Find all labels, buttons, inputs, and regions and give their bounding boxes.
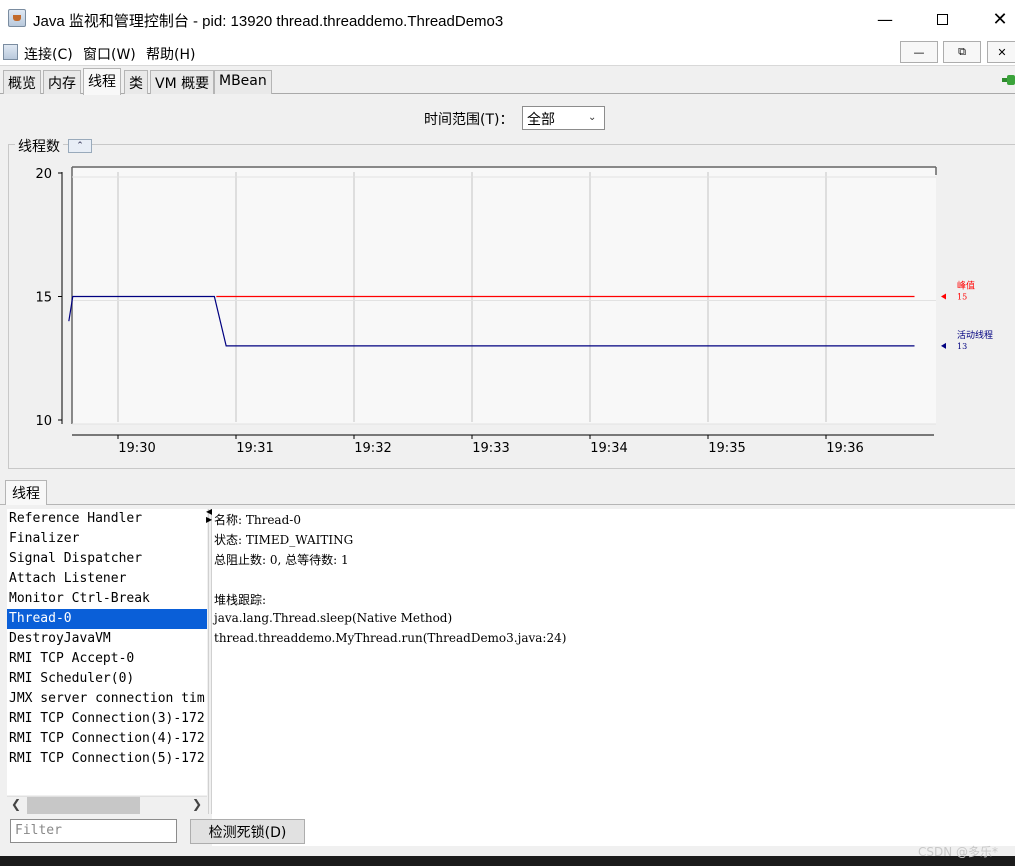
thread-list-item[interactable]: Monitor Ctrl-Break [7, 589, 207, 609]
tab-thread-details[interactable]: 线程 [5, 480, 47, 505]
thread-count-chart: 19:30 19:31 19:32 19:33 19:34 19:35 19:36 10 15 2… [35, 166, 993, 456]
detail-line: java.lang.Thread.sleep(Native Method) [214, 611, 453, 625]
thread-list-item[interactable]: JMX server connection tim [7, 689, 207, 709]
detail-line: 状态: TIMED_WAITING [214, 533, 354, 547]
detail-line: 堆栈跟踪: [214, 593, 267, 607]
y-tick-label: 10 [35, 414, 52, 429]
thread-detail-pane: 名称: Thread-0 状态: TIMED_WAITING 总阻止数: 0, 总等… [212, 509, 1015, 846]
series-marker-icon [941, 342, 946, 349]
x-tick-label: 19:36 [826, 441, 863, 456]
y-tick-label: 20 [35, 167, 52, 182]
filter-input[interactable]: Filter [10, 819, 177, 843]
y-tick-label: 15 [35, 291, 52, 306]
series-value-label: 15 [957, 293, 967, 302]
x-tick-label: 19:31 [236, 441, 273, 456]
thread-list-item[interactable]: DestroyJavaVM [7, 629, 207, 649]
thread-list[interactable]: Reference Handler Finalizer Signal Dispatc… [7, 509, 207, 795]
detail-line: 名称: Thread-0 [214, 513, 301, 527]
thread-list-item[interactable]: Finalizer [7, 529, 207, 549]
thread-list-item[interactable]: Signal Dispatcher [7, 549, 207, 569]
thread-list-item[interactable]: RMI TCP Connection(4)-172 [7, 729, 207, 749]
x-tick-label: 19:30 [118, 441, 155, 456]
scrollbar-thumb[interactable] [27, 797, 140, 814]
thread-list-item[interactable]: Reference Handler [7, 509, 207, 529]
bottom-edge [0, 856, 1015, 866]
series-name-label: 峰值 [957, 280, 975, 292]
series-name-label: 活动线程 [957, 329, 993, 341]
thread-list-item[interactable]: RMI Scheduler(0) [7, 669, 207, 689]
detect-deadlock-button[interactable]: 检测死锁(D) [190, 819, 305, 844]
x-tick-label: 19:35 [708, 441, 745, 456]
scroll-right-icon[interactable]: ❯ [192, 797, 202, 811]
x-tick-label: 19:33 [472, 441, 509, 456]
thread-list-item[interactable]: Attach Listener [7, 569, 207, 589]
thread-list-item[interactable]: Thread-0 [7, 609, 207, 629]
thread-list-item[interactable]: RMI TCP Connection(3)-172 [7, 709, 207, 729]
detail-line: 总阻止数: 0, 总等待数: 1 [214, 553, 349, 567]
watermark: CSDN @多乐* [918, 845, 999, 859]
thread-list-item[interactable]: RMI TCP Accept-0 [7, 649, 207, 669]
thread-list-item[interactable]: RMI TCP Connection(5)-172 [7, 749, 207, 769]
scroll-left-icon[interactable]: ❮ [11, 797, 21, 811]
x-tick-label: 19:34 [590, 441, 627, 456]
series-value-label: 13 [957, 342, 967, 351]
series-marker-icon [941, 293, 946, 300]
detail-line: thread.threaddemo.MyThread.run(ThreadDem… [214, 631, 567, 645]
x-tick-label: 19:32 [354, 441, 391, 456]
